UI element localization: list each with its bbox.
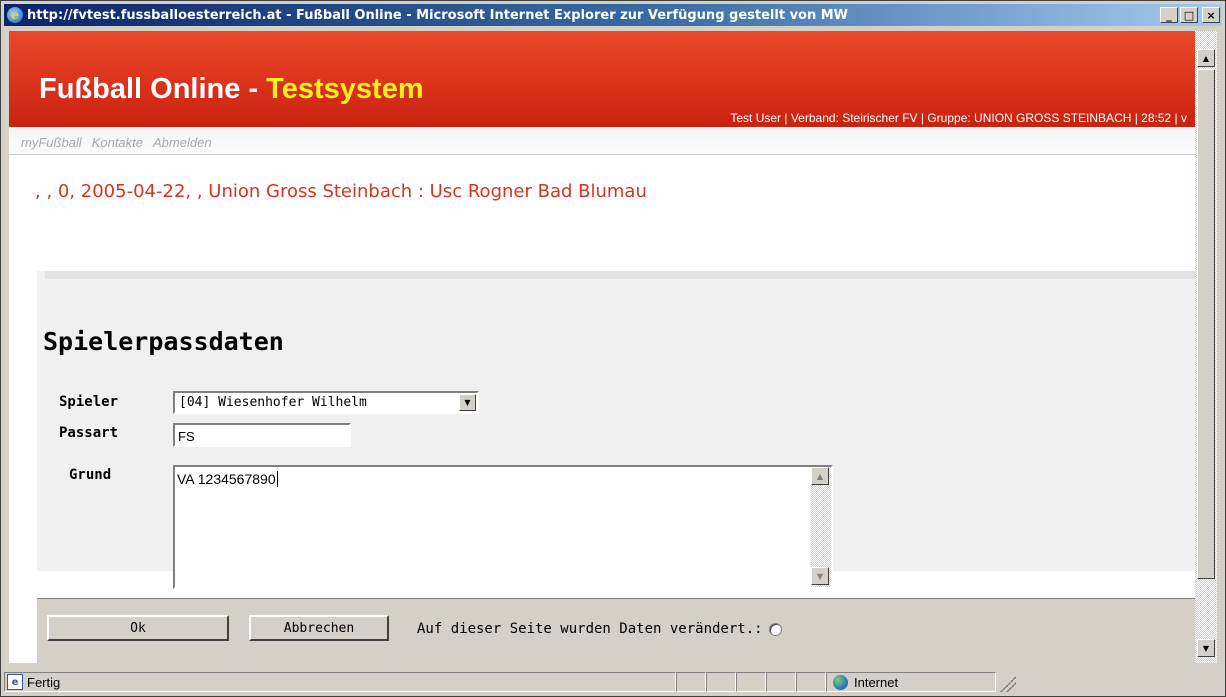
- status-segment: [796, 672, 826, 692]
- status-segment: [706, 672, 736, 692]
- spieler-label: Spieler: [59, 394, 119, 410]
- button-bar: Ok Abbrechen Auf dieser Seite wurden Dat…: [37, 598, 1195, 663]
- resize-grip-icon[interactable]: [996, 672, 1016, 692]
- globe-icon: [833, 674, 848, 690]
- scroll-up-icon[interactable]: ▲: [811, 467, 829, 485]
- browser-window: e http://fvtest.fussballoesterreich.at -…: [0, 0, 1226, 697]
- close-button[interactable]: ×: [1202, 7, 1220, 23]
- scroll-down-icon[interactable]: ▼: [1197, 639, 1215, 657]
- section-title: Spielerpassdaten: [43, 327, 284, 356]
- grund-text: VA 1234567890: [177, 471, 278, 487]
- status-text: Fertig: [27, 674, 61, 690]
- page-icon: e: [7, 674, 23, 690]
- status-bar: e Fertig Internet: [4, 669, 1224, 695]
- nav-bar: myFußball Kontakte Abmelden: [9, 127, 1195, 155]
- status-segment: [676, 672, 706, 692]
- scroll-thumb[interactable]: [1197, 69, 1215, 579]
- nav-item-abmelden[interactable]: Abmelden: [153, 135, 212, 150]
- changed-radio[interactable]: [768, 622, 782, 636]
- status-segment: [766, 672, 796, 692]
- spieler-select[interactable]: [04] Wiesenhofer Wilhelm ▼: [173, 391, 479, 414]
- brand-logo: Fußball Online - Testsystem: [39, 73, 424, 106]
- ok-button[interactable]: Ok: [47, 615, 229, 641]
- scroll-down-icon[interactable]: ▼: [811, 567, 829, 585]
- brand-main: Fußball Online -: [39, 73, 267, 105]
- passart-label: Passart: [59, 425, 119, 441]
- scroll-up-icon[interactable]: ▲: [1197, 49, 1215, 67]
- minimize-button[interactable]: _: [1160, 7, 1178, 23]
- passart-input[interactable]: FS: [173, 423, 351, 447]
- form-panel: Spielerpassdaten Spieler [04] Wiesenhofe…: [37, 271, 1195, 589]
- maximize-button[interactable]: □: [1180, 7, 1198, 23]
- chevron-down-icon[interactable]: ▼: [459, 394, 476, 411]
- header-banner: Fußball Online - Testsystem Test User | …: [9, 31, 1195, 127]
- zone-text: Internet: [854, 674, 899, 690]
- changed-label: Auf dieser Seite wurden Daten verändert.…: [417, 621, 763, 637]
- nav-item-kontakte[interactable]: Kontakte: [92, 135, 143, 150]
- status-segment: [736, 672, 766, 692]
- cancel-button[interactable]: Abbrechen: [249, 615, 389, 641]
- ie-icon: e: [7, 7, 23, 23]
- divider: [45, 271, 1195, 279]
- window-title: http://fvtest.fussballoesterreich.at - F…: [27, 7, 849, 23]
- spieler-select-value: [04] Wiesenhofer Wilhelm: [179, 395, 367, 410]
- page-viewport: Fußball Online - Testsystem Test User | …: [9, 31, 1195, 663]
- grund-label: Grund: [69, 467, 112, 483]
- textarea-scrollbar[interactable]: ▲ ▼: [811, 467, 831, 587]
- nav-item-myfussball[interactable]: myFußball: [21, 135, 82, 150]
- grund-textarea[interactable]: VA 1234567890 ▲ ▼: [173, 465, 833, 589]
- user-info: Test User | Verband: Steirischer FV | Gr…: [730, 111, 1187, 125]
- window-controls: _ □ ×: [1160, 7, 1220, 23]
- security-zone: Internet: [826, 672, 996, 692]
- status-main: e Fertig: [4, 672, 676, 692]
- match-title: , , 0, 2005-04-22, , Union Gross Steinba…: [35, 181, 647, 202]
- changed-indicator: Auf dieser Seite wurden Daten verändert.…: [417, 621, 782, 637]
- title-bar[interactable]: e http://fvtest.fussballoesterreich.at -…: [4, 4, 1222, 26]
- brand-accent: Testsystem: [266, 73, 424, 105]
- page-scrollbar[interactable]: ▲ ▼: [1195, 31, 1217, 663]
